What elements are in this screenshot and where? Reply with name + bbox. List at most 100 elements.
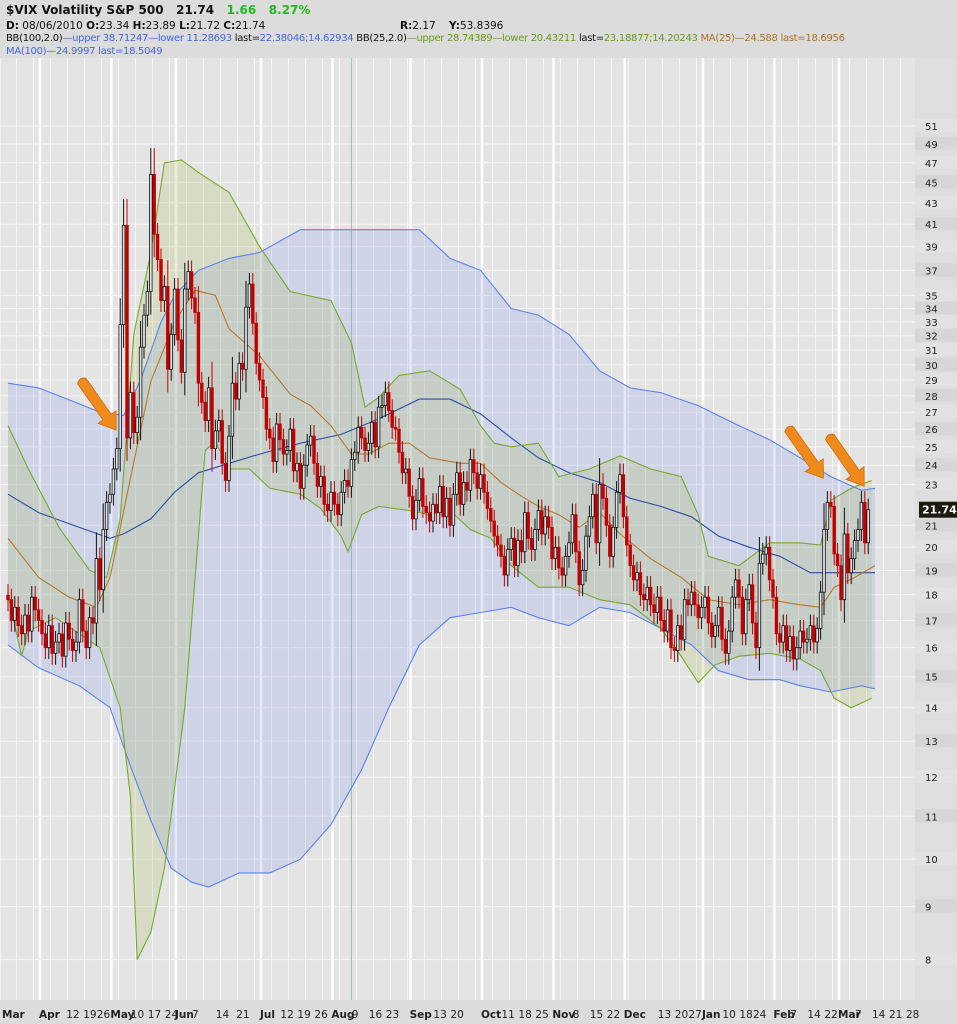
candle-body <box>696 604 700 619</box>
x-tick-label: 22 <box>607 1009 620 1021</box>
candle-body <box>47 625 51 649</box>
candle-body <box>706 596 711 624</box>
candle-body <box>353 451 357 461</box>
candle-body <box>315 462 320 487</box>
candle-body <box>784 625 789 651</box>
y-tick-label: 15 <box>925 673 938 684</box>
candle-body <box>159 259 163 301</box>
candle-body <box>349 459 354 487</box>
candle-body <box>370 421 374 444</box>
high-label: H: <box>132 20 146 32</box>
last-price: 21.74 <box>176 3 215 17</box>
bb100-last-label: last= <box>234 33 260 44</box>
candle-body <box>404 468 408 474</box>
candle-body <box>424 506 428 514</box>
candle-body <box>339 491 343 516</box>
date-label: D: <box>6 20 19 32</box>
candle-body <box>434 503 439 514</box>
candle-body <box>234 382 238 400</box>
candle-body <box>291 428 296 472</box>
candle-body <box>472 459 476 474</box>
candle-body <box>183 288 187 373</box>
x-tick-label: 19 <box>297 1009 310 1021</box>
candle-body <box>604 497 609 526</box>
x-tick-label: Jun <box>174 1009 194 1021</box>
candle-body <box>179 339 184 373</box>
title-line: $VIX Volatility S&P 500 21.74 1.66 8.27% <box>6 3 310 17</box>
candle-body <box>121 224 126 326</box>
bb100-lower: lower 11.28693 <box>157 33 232 44</box>
candle-body <box>169 333 173 370</box>
candle-body <box>244 306 248 370</box>
y-tick-label: 32 <box>925 332 938 343</box>
x-tick-label: 11 <box>501 1009 514 1021</box>
candle-body <box>332 491 337 505</box>
candle-body <box>417 478 422 501</box>
candle-body <box>856 529 860 541</box>
candle-body <box>631 565 636 581</box>
x-tick-label: Jan <box>701 1009 720 1021</box>
candle-body <box>863 501 867 544</box>
candle-body <box>458 472 462 505</box>
candle-body <box>155 233 160 260</box>
candle-body <box>421 478 425 507</box>
candle-body <box>342 480 347 493</box>
last-price-tag-label: 21.74 <box>922 504 957 517</box>
candle-body <box>274 423 279 462</box>
candle-body <box>264 397 269 430</box>
candle-body <box>268 428 272 439</box>
candle-body <box>448 497 452 526</box>
y-value: 53.8396 <box>459 20 504 32</box>
candle-body <box>189 271 194 299</box>
candle-body <box>485 491 490 509</box>
candle-body <box>540 510 544 535</box>
candlestick-chart[interactable]: 8 9 10 11 12 13 14 15 16 17 18 19 20 21 23 24 25 26 27 28 29… <box>0 58 957 1024</box>
candle-body <box>781 625 785 643</box>
y-axis-stripe <box>915 899 957 913</box>
candle-body <box>659 596 663 621</box>
x-tick-label: 16 <box>369 1009 383 1021</box>
candle-body <box>53 641 58 654</box>
candle-body <box>427 512 432 522</box>
candle-body <box>125 224 129 439</box>
date-value: 08/06/2010 <box>22 20 83 32</box>
candle-body <box>489 508 493 522</box>
y-tick-label: 17 <box>925 616 938 627</box>
candle-body <box>523 512 527 553</box>
candle-body <box>621 474 626 518</box>
x-tick-label: 23 <box>386 1009 399 1021</box>
candle-body <box>444 497 449 518</box>
candle-body <box>689 591 694 606</box>
bb100-last: 22.38046;14.62934 <box>259 33 354 44</box>
candle-body <box>723 638 728 654</box>
candle-body <box>676 625 680 651</box>
candle-body <box>774 596 779 635</box>
candle-body <box>614 491 619 528</box>
y-tick-label: 29 <box>925 376 938 387</box>
candle-body <box>526 512 530 539</box>
x-tick-label: 14 <box>807 1009 821 1021</box>
candle-body <box>251 283 255 324</box>
candle-body <box>193 297 197 313</box>
candle-body <box>618 474 622 493</box>
candle-body <box>410 495 415 520</box>
candle-body <box>40 619 44 635</box>
candle-body <box>682 599 687 640</box>
candle-body <box>152 173 156 235</box>
ma100-last: last=18.5049 <box>98 46 163 57</box>
candle-body <box>519 540 524 553</box>
candle-body <box>822 529 826 593</box>
candle-body <box>145 291 150 316</box>
candle-body <box>94 558 99 624</box>
candle-body <box>81 599 85 632</box>
candle-body <box>591 493 595 518</box>
candle-body <box>597 483 602 544</box>
candle-body <box>730 596 734 632</box>
candle-body <box>703 596 707 608</box>
candle-body <box>570 514 575 544</box>
symbol-title: $VIX Volatility S&P 500 <box>6 3 164 17</box>
candle-body <box>478 474 483 489</box>
x-tick-label: 18 <box>739 1009 752 1021</box>
x-tick-label: 14 <box>872 1009 886 1021</box>
ma100-legend: MA(100)—24.9997 last=18.5049 <box>6 46 163 57</box>
